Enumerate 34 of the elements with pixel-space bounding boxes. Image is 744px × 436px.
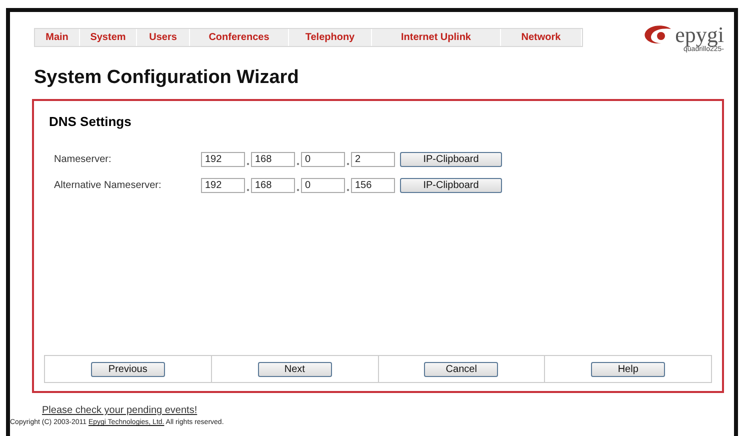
ip-octet-field[interactable]: 168 [251,152,295,167]
dot-separator [247,188,249,190]
dot-separator [297,162,299,164]
ip-clipboard-button[interactable]: IP-Clipboard [400,178,502,193]
field-label: Alternative Nameserver: [54,180,162,191]
wizard-button[interactable]: Previous [90,362,165,376]
ip-octet-field[interactable]: 192 [201,178,245,193]
nav-link[interactable]: Users [137,29,190,46]
nav-link[interactable]: System [80,29,137,46]
swirl-logo-icon [643,25,674,45]
section-heading: DNS Settings [49,114,132,129]
logo-text: epygi [675,24,724,46]
wizard-button[interactable]: Next [258,362,332,376]
ip-octet-field[interactable]: 156 [351,178,395,193]
dot-separator [347,188,349,190]
ip-clipboard-button[interactable]: IP-Clipboard [400,152,502,167]
ip-octet-field[interactable]: 168 [251,178,295,193]
nav-link[interactable]: Internet Uplink [372,29,501,46]
wizard-button[interactable]: Help [591,362,666,376]
ip-octet-field[interactable]: 2 [351,152,395,167]
ip-octet-field[interactable]: 0 [301,152,345,167]
pending-events-link[interactable]: Please check your pending events! [42,405,724,416]
nav-link[interactable]: Conferences [190,29,289,46]
dot-separator [247,162,249,164]
dot-separator [297,188,299,190]
dot-separator [347,162,349,164]
field-label: Nameserver: [54,154,112,165]
wizard-button[interactable]: Cancel [424,362,498,376]
nav-link[interactable]: Network [501,29,582,46]
ip-octet-field[interactable]: 192 [201,152,245,167]
ip-octet-field[interactable]: 0 [301,178,345,193]
nav-link[interactable]: Telephony [289,29,372,46]
page-title: System Configuration Wizard [34,67,300,89]
nav-link[interactable]: Main [35,29,80,46]
